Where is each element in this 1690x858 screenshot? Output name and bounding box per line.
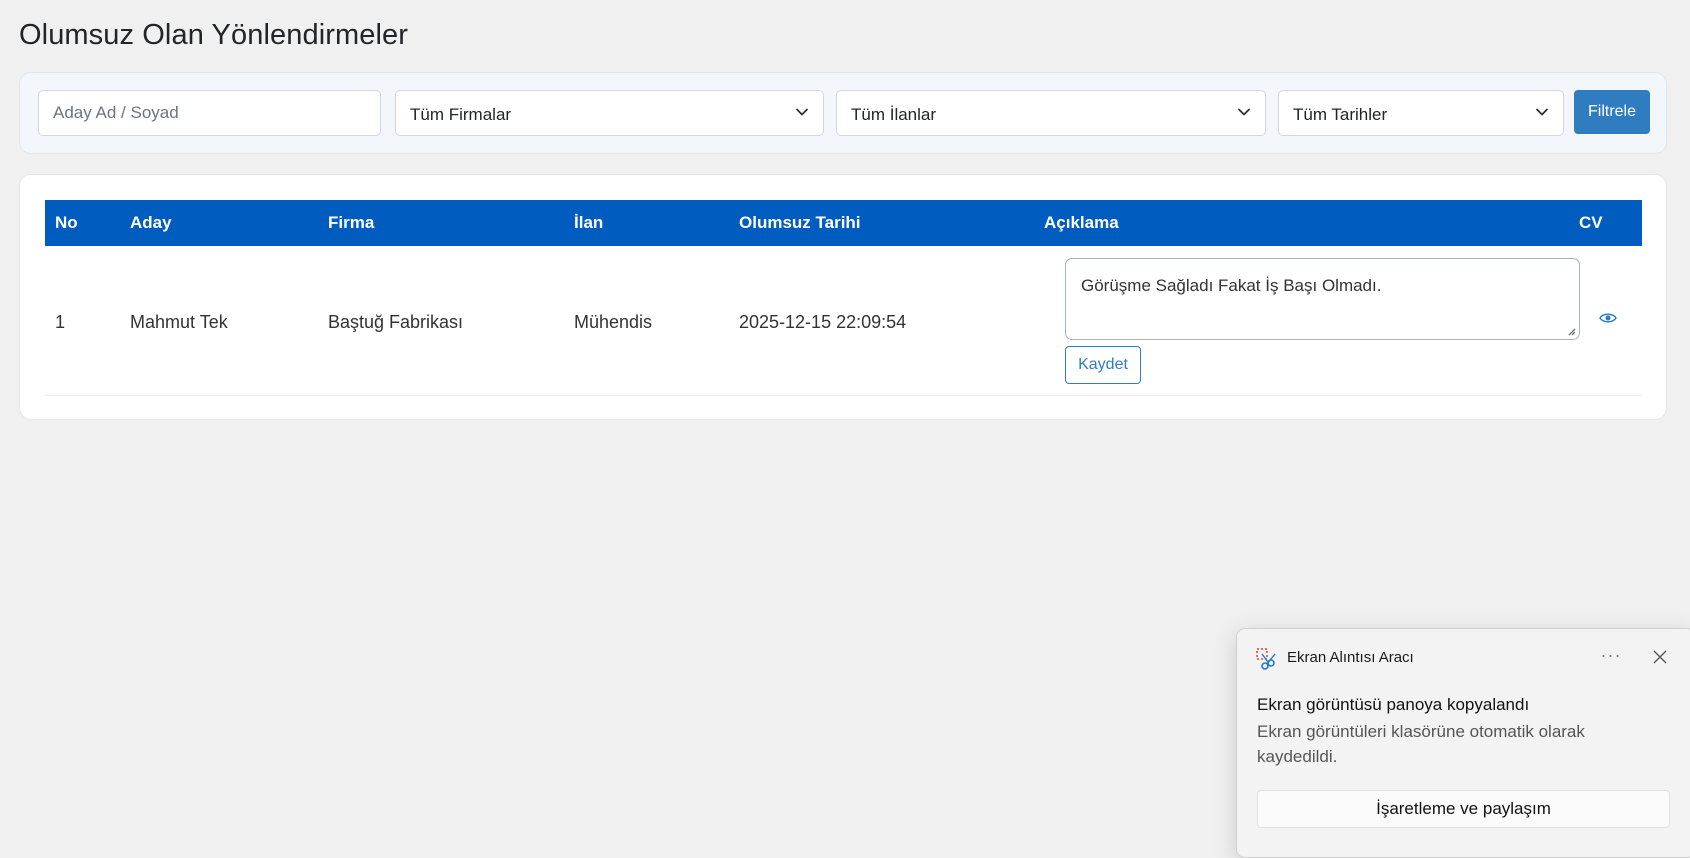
column-header-company: Firma	[328, 213, 375, 232]
chevron-down-icon	[1536, 108, 1548, 116]
column-header-candidate: Aday	[130, 213, 172, 232]
row-number: 1	[55, 312, 66, 332]
toast-app-name: Ekran Alıntısı Aracı	[1287, 649, 1414, 666]
date-select[interactable]: Tüm Tarihler	[1278, 90, 1564, 136]
table-row: 1 Mahmut Tek Baştuğ Fabrikası Mühendis 2…	[45, 246, 1642, 396]
table-header: No Aday Firma İlan Olumsuz Tarihi Açıkla…	[45, 200, 1642, 246]
company-select-value: Tüm Firmalar	[410, 105, 512, 124]
listing-select-value: Tüm İlanlar	[851, 105, 937, 124]
toast-body: Ekran görüntüleri klasörüne otomatik ola…	[1257, 722, 1585, 766]
company-name: Baştuğ Fabrikası	[328, 312, 464, 332]
chevron-down-icon	[1238, 108, 1250, 116]
markup-and-share-button[interactable]: İşaretleme ve paylaşım	[1257, 790, 1670, 828]
listing-select[interactable]: Tüm İlanlar	[836, 90, 1266, 136]
page-title: Olumsuz Olan Yönlendirmeler	[19, 19, 409, 51]
save-button[interactable]: Kaydet	[1065, 346, 1141, 384]
results-table: No Aday Firma İlan Olumsuz Tarihi Açıkla…	[19, 174, 1667, 420]
column-header-description: Açıklama	[1044, 213, 1119, 232]
filter-panel: Tüm Firmalar Tüm İlanlar Tüm Tarihler Fi…	[19, 72, 1667, 154]
candidate-search-input[interactable]	[38, 90, 381, 136]
snipping-tool-notification: Ekran Alıntısı Aracı ··· Ekran görüntüsü…	[1236, 628, 1690, 858]
eye-icon	[1599, 313, 1617, 323]
date-select-value: Tüm Tarihler	[1293, 105, 1388, 124]
resize-grip-icon[interactable]	[1567, 327, 1576, 336]
chevron-down-icon	[796, 108, 808, 116]
listing-name: Mühendis	[574, 312, 653, 332]
company-select[interactable]: Tüm Firmalar	[395, 90, 824, 136]
column-header-negative-date: Olumsuz Tarihi	[739, 213, 861, 232]
column-header-no: No	[55, 213, 78, 232]
toast-title: Ekran görüntüsü panoya kopyalandı	[1257, 695, 1530, 714]
negative-date: 2025-12-15 22:09:54	[739, 312, 907, 332]
close-icon[interactable]	[1649, 646, 1671, 668]
filter-button[interactable]: Filtrele	[1574, 90, 1650, 134]
description-textarea[interactable]: Görüşme Sağladı Fakat İş Başı Olmadı.	[1065, 258, 1580, 340]
scissors-icon	[1256, 648, 1276, 670]
description-text: Görüşme Sağladı Fakat İş Başı Olmadı.	[1081, 276, 1382, 295]
more-options-icon[interactable]: ···	[1597, 643, 1625, 671]
cv-view-link[interactable]	[1598, 309, 1618, 327]
column-header-listing: İlan	[574, 213, 604, 232]
column-header-cv: CV	[1579, 213, 1603, 232]
candidate-name: Mahmut Tek	[130, 312, 228, 332]
